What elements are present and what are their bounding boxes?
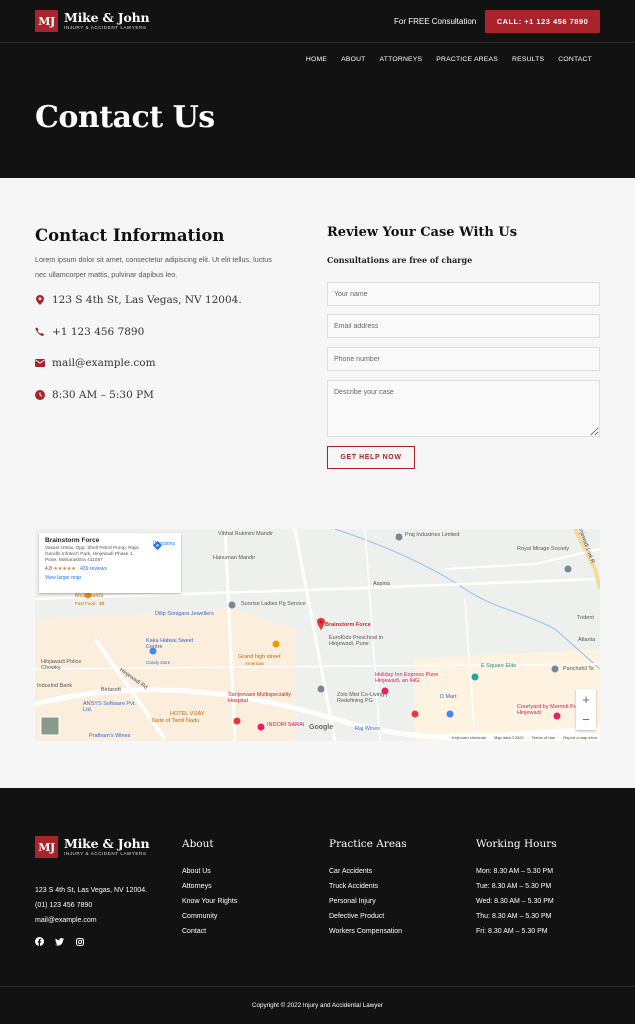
footer-about: About About Us Attorneys Know Your Right… xyxy=(182,838,237,939)
logo-tagline: INJURY & ACCIDENT LAWYERS xyxy=(64,25,147,30)
map-place-card: Brainstorm Force Vasant Utsav, Opp. Shel… xyxy=(39,533,181,593)
footer-contact: 123 S 4th St, Las Vegas, NV 12004. (01) … xyxy=(35,883,147,928)
map-pin-icon xyxy=(35,295,45,305)
contact-info-description: Lorem ipsum dolor sit amet, consectetur … xyxy=(35,255,272,279)
nav-practice-areas[interactable]: PRACTICE AREAS xyxy=(436,56,498,63)
nav-attorneys[interactable]: ATTORNEYS xyxy=(380,56,423,63)
nav-contact[interactable]: CONTACT xyxy=(558,56,592,63)
top-bar: MJ Mike & John INJURY & ACCIDENT LAWYERS… xyxy=(0,0,635,43)
phone-input[interactable] xyxy=(327,347,600,371)
clock-icon xyxy=(35,390,45,400)
footer-phone[interactable]: (01) 123 456 7890 xyxy=(35,898,147,913)
free-consultation-text: For FREE Consultation xyxy=(394,17,477,26)
contact-phone[interactable]: +1 123 456 7890 xyxy=(35,326,144,338)
contact-section: Contact Information Lorem ipsum dolor si… xyxy=(0,178,635,788)
footer-link[interactable]: Truck Accidents xyxy=(329,879,407,894)
contact-email[interactable]: mail@example.com xyxy=(35,357,156,369)
phone-icon xyxy=(35,327,45,337)
nav-home[interactable]: HOME xyxy=(306,56,327,63)
footer-link[interactable]: Defective Product xyxy=(329,909,407,924)
site-footer: MJ Mike & John INJURY & ACCIDENT LAWYERS… xyxy=(0,788,635,1024)
directions-button[interactable]: Directions xyxy=(152,541,175,550)
contact-hours: 8:30 AM – 5:30 PM xyxy=(35,389,154,401)
footer-link[interactable]: Know Your Rights xyxy=(182,894,237,909)
footer-link[interactable]: Attorneys xyxy=(182,879,237,894)
hours-row: Tue: 8.30 AM – 5.30 PM xyxy=(476,883,552,890)
call-button[interactable]: CALL: +1 123 456 7890 xyxy=(485,10,600,33)
get-help-now-button[interactable]: GET HELP NOW xyxy=(327,446,415,469)
envelope-icon xyxy=(35,358,45,368)
hours-row: Fri: 8.30 AM – 5.30 PM xyxy=(476,928,548,935)
hours-row: Mon: 8.30 AM – 5.30 PM xyxy=(476,868,554,875)
review-case-title: Review Your Case With Us xyxy=(327,225,518,240)
footer-link[interactable]: Workers Compensation xyxy=(329,924,407,939)
social-links xyxy=(35,937,84,946)
view-larger-map-link[interactable]: View larger map xyxy=(45,575,175,581)
directions-icon xyxy=(152,541,162,550)
footer-link[interactable]: Contact xyxy=(182,924,237,939)
site-header: MJ Mike & John INJURY & ACCIDENT LAWYERS… xyxy=(0,0,635,178)
map-zoom-controls: + − xyxy=(576,689,596,730)
name-input[interactable] xyxy=(327,282,600,306)
contact-info-title: Contact Information xyxy=(35,226,225,245)
hours-row: Wed: 8.30 AM – 5.30 PM xyxy=(476,898,554,905)
twitter-icon[interactable] xyxy=(55,937,64,946)
google-map[interactable]: Brainstorm Force Vasant Utsav, Opp. Shel… xyxy=(35,529,600,741)
case-description-textarea[interactable] xyxy=(327,380,600,437)
footer-link[interactable]: About Us xyxy=(182,864,237,879)
zoom-out-button[interactable]: − xyxy=(576,709,596,729)
google-logo: Google xyxy=(309,724,334,731)
footer-link[interactable]: Car Accidents xyxy=(329,864,407,879)
logo-mark: MJ xyxy=(35,10,58,32)
review-case-subtitle: Consultations are free of charge xyxy=(327,255,473,265)
instagram-icon[interactable] xyxy=(75,937,84,946)
email-input[interactable] xyxy=(327,314,600,338)
contact-address: 123 S 4th St, Las Vegas, NV 12004. xyxy=(35,294,242,306)
hours-row: Thu: 8.30 AM – 5.30 PM xyxy=(476,913,552,920)
main-nav: HOME ABOUT ATTORNEYS PRACTICE AREAS RESU… xyxy=(292,56,592,63)
footer-address: 123 S 4th St, Las Vegas, NV 12004. xyxy=(35,887,148,894)
logo-name: Mike & John xyxy=(64,10,150,25)
nav-results[interactable]: RESULTS xyxy=(512,56,544,63)
footer-logo[interactable]: MJ Mike & John INJURY & ACCIDENT LAWYERS xyxy=(35,836,150,858)
footer-working-hours: Working Hours Mon: 8.30 AM – 5.30 PM Tue… xyxy=(476,838,557,939)
facebook-icon[interactable] xyxy=(35,937,44,946)
page-title: Contact Us xyxy=(35,100,215,135)
star-rating-icon: ★★★★★ xyxy=(53,566,76,572)
copyright: Copyright © 2022 Injury and Accidental L… xyxy=(0,986,635,1024)
footer-link[interactable]: Community xyxy=(182,909,237,924)
nav-about[interactable]: ABOUT xyxy=(341,56,365,63)
footer-practice-areas: Practice Areas Car Accidents Truck Accid… xyxy=(329,838,407,939)
zoom-in-button[interactable]: + xyxy=(576,689,596,709)
map-attribution: Keyboard shortcuts Map data ©2022 Terms … xyxy=(448,733,600,741)
site-logo[interactable]: MJ Mike & John INJURY & ACCIDENT LAWYERS xyxy=(35,10,150,32)
footer-link[interactable]: Personal Injury xyxy=(329,894,407,909)
footer-email[interactable]: mail@example.com xyxy=(35,913,147,928)
